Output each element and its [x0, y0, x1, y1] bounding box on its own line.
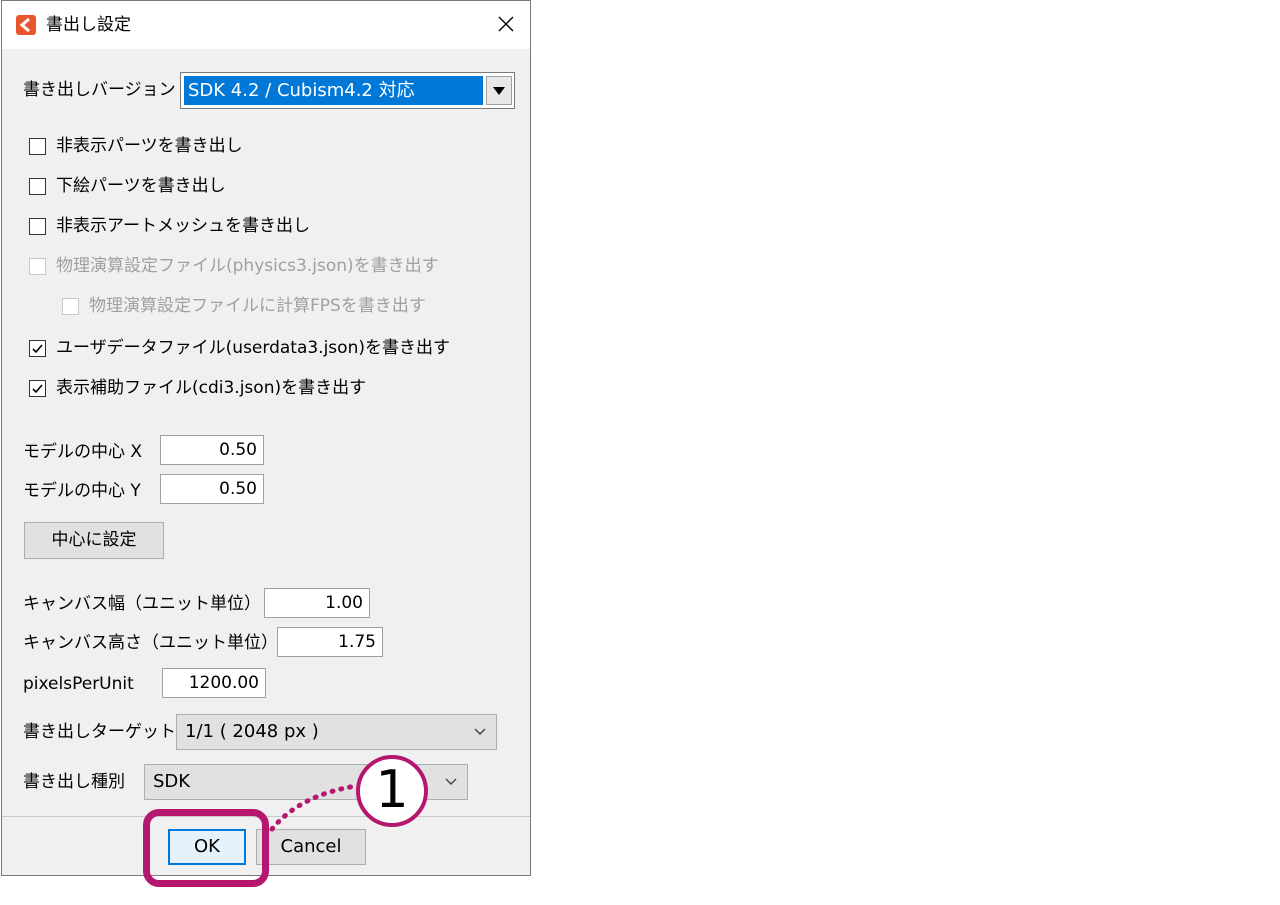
- step-callout-number: 1: [356, 755, 428, 827]
- callout-dotted-connector: [269, 783, 359, 832]
